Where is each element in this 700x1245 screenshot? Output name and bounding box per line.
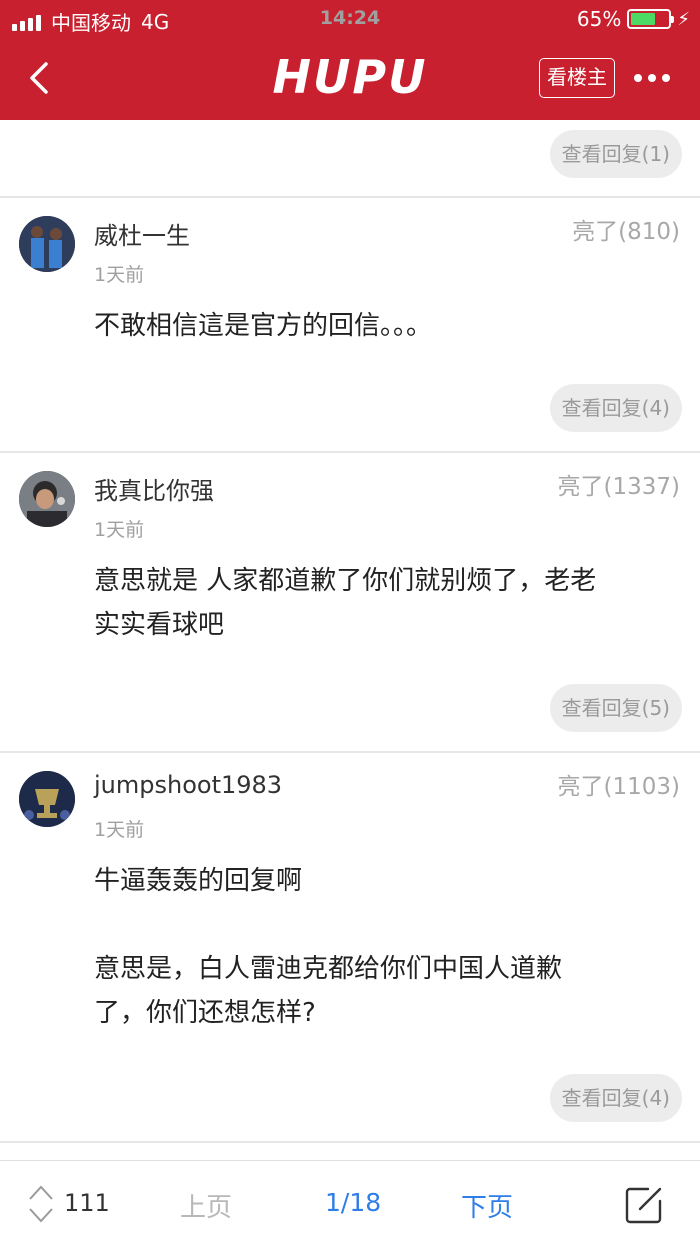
post-time: 1天前 [94, 819, 145, 841]
avatar[interactable] [19, 216, 75, 272]
more-dots-icon[interactable] [634, 66, 674, 90]
bottom-toolbar: 111 上页 1/18 下页 [0, 1160, 700, 1245]
battery-icon [627, 9, 675, 29]
compose-icon[interactable] [624, 1185, 664, 1225]
page-indicator[interactable]: 1/18 [325, 1188, 381, 1217]
divider [0, 1141, 700, 1143]
status-bar: 中国移动 4G 14:24 65% ⚡ [0, 0, 700, 40]
comment-line: 意思就是 人家都道歉了你们就别烦了，老老 [94, 566, 597, 596]
avatar[interactable] [19, 471, 75, 527]
avatar-image [19, 471, 75, 527]
username[interactable]: jumpshoot1983 [94, 771, 282, 799]
comment-list: 查看回复(1) 威杜一生 亮了(810) 1天前 不敢相信這是官方的回信。。。 … [0, 120, 700, 1160]
post-time: 1天前 [94, 519, 145, 541]
nav-bar: HUPU 看楼主 [0, 40, 700, 120]
app-header: 中国移动 4G 14:24 65% ⚡ HUPU 看楼主 [0, 0, 700, 120]
like-count[interactable]: 亮了(1337) [558, 467, 680, 501]
avatar-image [19, 216, 75, 272]
status-right: 65% ⚡ [577, 7, 690, 31]
battery-percent: 65% [576, 7, 622, 31]
comment-line [94, 903, 679, 947]
vote-count: 111 [64, 1189, 110, 1217]
view-replies-button[interactable]: 查看回复(5) [549, 684, 682, 732]
avatar-image [19, 771, 75, 827]
view-replies-button[interactable]: 查看回复(4) [549, 384, 682, 432]
comment-body: 不敢相信這是官方的回信。。。 [94, 304, 679, 348]
next-page-button[interactable]: 下页 [461, 1187, 513, 1224]
post-time: 1天前 [94, 264, 145, 286]
comment-body: 意思就是 人家都道歉了你们就别烦了，老老 实实看球吧 [94, 559, 679, 647]
comment-line: 实实看球吧 [94, 610, 225, 640]
comment-line: 了，你们还想怎样? [94, 998, 316, 1028]
comment-line: 牛逼轰轰的回复啊 [94, 866, 303, 896]
vote-arrows-icon[interactable] [26, 1179, 56, 1229]
comment-line: 意思是，白人雷迪克都给你们中国人道歉 [94, 954, 563, 984]
username[interactable]: 威杜一生 [94, 216, 190, 251]
comment-body: 牛逼轰轰的回复啊 意思是，白人雷迪克都给你们中国人道歉 了，你们还想怎样? [94, 859, 679, 1035]
view-replies-button[interactable]: 查看回复(4) [549, 1074, 682, 1122]
view-op-button[interactable]: 看楼主 [539, 58, 615, 98]
username[interactable]: 我真比你强 [94, 471, 214, 506]
prev-page-button[interactable]: 上页 [180, 1187, 232, 1224]
like-count[interactable]: 亮了(810) [572, 212, 680, 246]
view-replies-button[interactable]: 查看回复(1) [549, 130, 682, 178]
avatar[interactable] [19, 771, 75, 827]
charging-icon: ⚡ [677, 8, 690, 30]
comment-line: 不敢相信這是官方的回信。。。 [94, 311, 433, 341]
like-count[interactable]: 亮了(1103) [558, 767, 680, 801]
